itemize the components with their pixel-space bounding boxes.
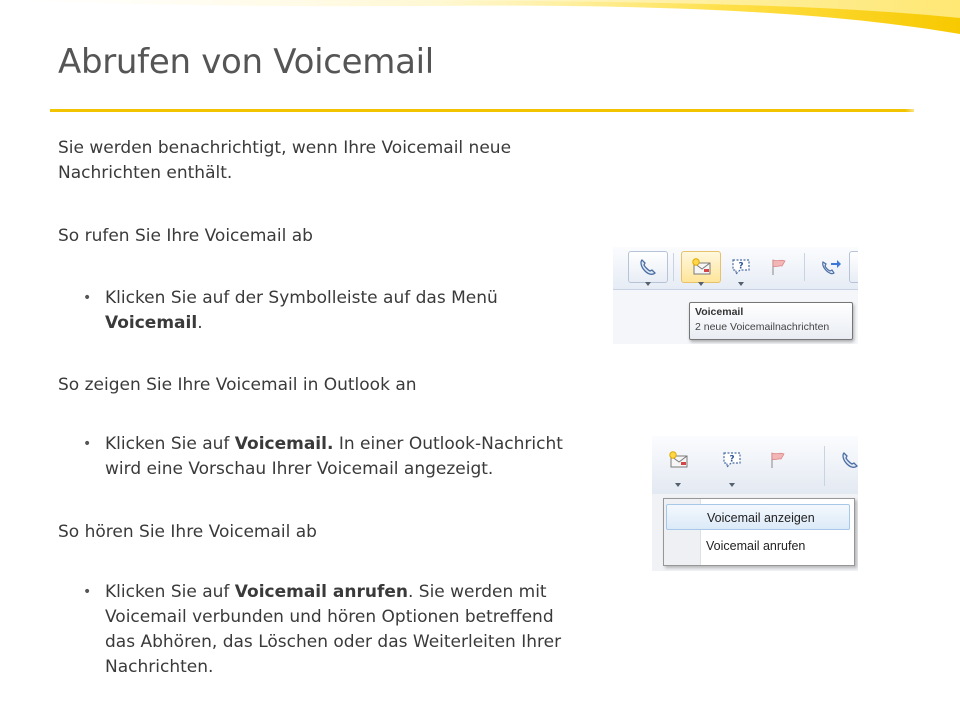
bullet-3-bold: Voicemail anrufen xyxy=(234,582,408,602)
next-toolbar-button[interactable] xyxy=(849,251,858,283)
slide: Abrufen von Voicemail Sie werden benachr… xyxy=(0,0,960,720)
phone-forward-icon xyxy=(822,260,841,275)
bullet-marker: • xyxy=(83,584,92,600)
caret-down-icon xyxy=(675,483,681,487)
caret-down-icon xyxy=(698,282,704,286)
voicemail-icon xyxy=(669,451,688,468)
bullet-2-line-1: Klicken Sie auf Voicemail. In einer Outl… xyxy=(105,432,563,456)
bullet-1-line-2: Voicemail. xyxy=(105,311,203,335)
bullet-1-line-1: Klicken Sie auf der Symbolleiste auf das… xyxy=(105,288,498,308)
bullet-2-line-2: wird eine Vorschau Ihrer Voicemail angez… xyxy=(105,459,494,479)
title-divider xyxy=(50,109,914,112)
page-title: Abrufen von Voicemail xyxy=(58,42,434,82)
bullet-2-post: In einer Outlook-Nachricht xyxy=(333,434,563,454)
bullet-3-pre: Klicken Sie auf xyxy=(105,582,235,602)
tooltip-title: Voicemail xyxy=(695,306,744,318)
bullet-marker: • xyxy=(83,436,92,452)
voicemail-dropdown-menu: Voicemail anzeigen Voicemail anrufen xyxy=(663,498,855,566)
bullet-3-line-4: Nachrichten. xyxy=(105,657,214,677)
bullet-3-line-2: Voicemail verbunden und hören Optionen b… xyxy=(105,607,554,627)
phone-icon xyxy=(640,259,656,275)
toolbar-separator xyxy=(673,253,674,281)
voicemail-icon xyxy=(692,258,711,275)
section-heading-view: So zeigen Sie Ihre Voicemail in Outlook … xyxy=(58,375,417,395)
toolbar: ? xyxy=(613,247,858,290)
bullet-1-end: . xyxy=(197,313,203,333)
bullet-3-post: . Sie werden mit xyxy=(407,582,547,602)
bullet-2-pre: Klicken Sie auf xyxy=(105,434,235,454)
svg-text:?: ? xyxy=(738,262,743,272)
phone-button[interactable] xyxy=(830,444,858,476)
menu-item-show-voicemail[interactable]: Voicemail anzeigen xyxy=(666,504,850,530)
flag-button[interactable] xyxy=(759,251,799,283)
caret-down-icon xyxy=(645,282,651,286)
screenshot-toolbar-tooltip: ? Voicemail 2 neue Voicemailnachrichten xyxy=(613,247,858,344)
bullet-3-line-3: das Abhören, das Löschen oder das Weiter… xyxy=(105,632,562,652)
caret-down-icon xyxy=(738,282,744,286)
menu-item-call-voicemail[interactable]: Voicemail anrufen xyxy=(666,533,850,559)
divider-glow xyxy=(905,104,935,116)
help-chat-icon: ? xyxy=(723,452,741,469)
toolbar: ? xyxy=(652,436,858,494)
section-heading-retrieve: So rufen Sie Ihre Voicemail ab xyxy=(58,226,313,246)
toolbar-separator xyxy=(824,446,825,486)
intro-line-1: Sie werden benachrichtigt, wenn Ihre Voi… xyxy=(58,138,512,158)
voicemail-button[interactable] xyxy=(681,251,721,286)
help-button[interactable]: ? xyxy=(721,251,761,286)
voicemail-tooltip: Voicemail 2 neue Voicemailnachrichten xyxy=(689,302,853,340)
bullet-marker: • xyxy=(83,290,92,306)
screenshot-voicemail-menu: ? Voicemail anzeigen Voicemail anrufen xyxy=(652,436,858,571)
caret-down-icon xyxy=(729,483,735,487)
intro-line-2: Nachrichten enthält. xyxy=(58,163,233,183)
phone-icon xyxy=(842,452,858,468)
svg-text:?: ? xyxy=(729,455,734,465)
bullet-3-line-1: Klicken Sie auf Voicemail anrufen. Sie w… xyxy=(105,580,547,604)
flag-icon xyxy=(772,259,786,275)
forward-call-button[interactable] xyxy=(810,251,850,283)
voicemail-button[interactable] xyxy=(658,444,698,490)
flag-button[interactable] xyxy=(758,444,798,476)
flag-icon xyxy=(771,452,785,468)
phone-button[interactable] xyxy=(628,251,668,286)
bullet-2-bold: Voicemail. xyxy=(234,434,334,454)
help-chat-icon: ? xyxy=(732,259,750,276)
toolbar-separator xyxy=(804,253,805,281)
bullet-1-bold: Voicemail xyxy=(105,313,198,333)
help-button[interactable]: ? xyxy=(712,444,752,490)
tooltip-subtitle: 2 neue Voicemailnachrichten xyxy=(695,321,830,333)
section-heading-listen: So hören Sie Ihre Voicemail ab xyxy=(58,522,317,542)
